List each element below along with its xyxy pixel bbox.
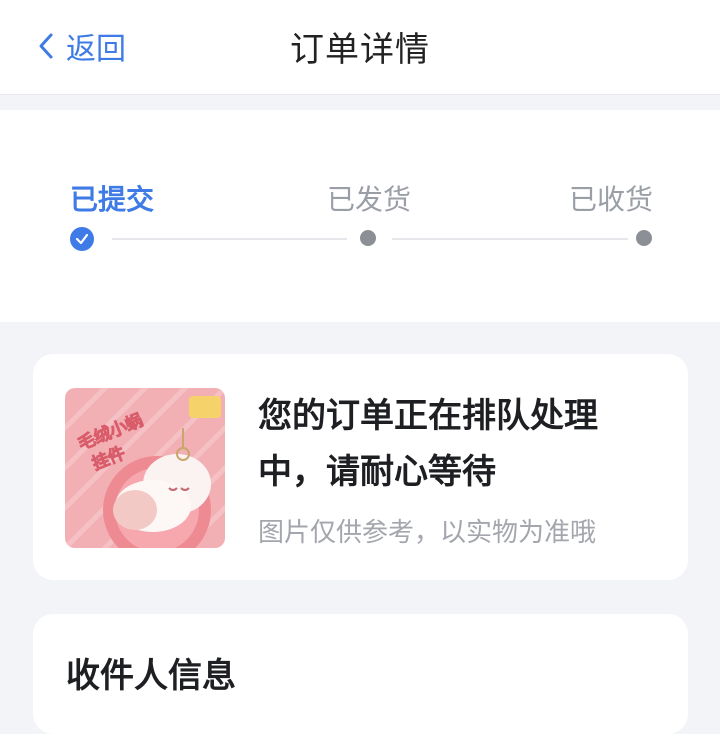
step-shipped-dot [360,230,376,246]
product-image: 毛绒小蜗 挂件 [65,388,225,548]
page-title: 订单详情 [290,30,430,70]
step-submitted-check-icon [70,227,94,251]
order-status-message: 您的订单正在排队处理中，请耐心等待 [258,396,598,492]
order-status-card: 毛绒小蜗 挂件 您的订单正在排队处理中，请耐心等待 图片仅供参考，以实物为准哦 [33,354,688,580]
order-progress: 已提交 已发货 已收货 [0,110,720,322]
receiver-info-card: 收件人信息 [33,614,688,734]
step-received-dot [636,230,652,246]
progress-line-1 [112,238,347,240]
progress-line-2 [392,238,628,240]
receiver-info-title: 收件人信息 [66,656,236,696]
step-received-label: 已收货 [569,183,654,216]
image-disclaimer: 图片仅供参考，以实物为准哦 [258,518,597,548]
top-nav-bar: 返回 订单详情 [0,0,720,95]
step-shipped-label: 已发货 [327,183,412,216]
step-submitted-label: 已提交 [70,183,155,216]
